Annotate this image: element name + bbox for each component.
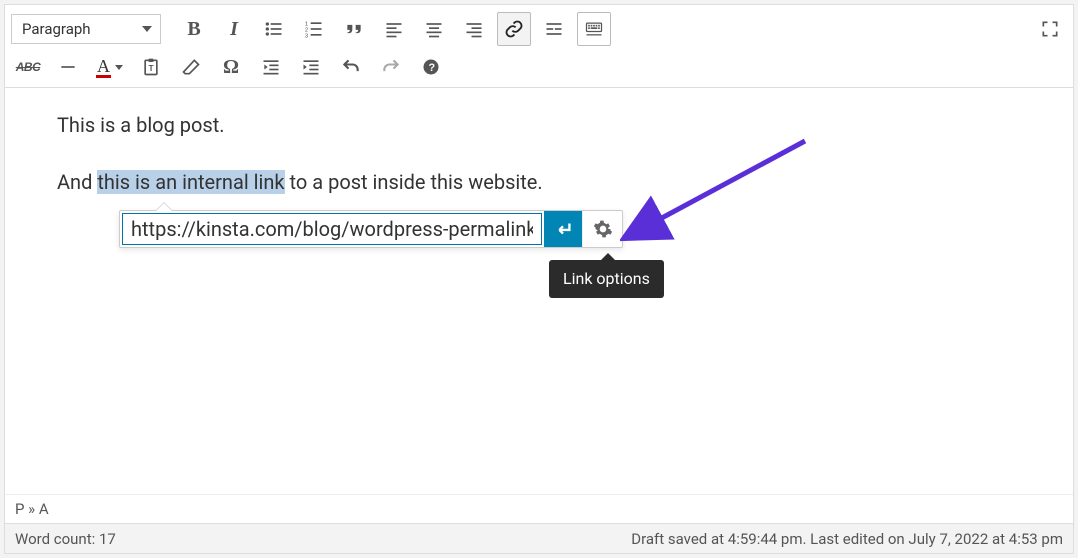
align-right-button[interactable] — [457, 12, 491, 46]
toolbar-row-1: Paragraph B I 123 — [11, 11, 1067, 47]
italic-icon: I — [230, 18, 238, 41]
indent-icon — [301, 57, 321, 77]
clear-formatting-button[interactable] — [174, 50, 208, 84]
help-icon: ? — [421, 57, 441, 77]
undo-icon — [341, 57, 361, 77]
align-left-button[interactable] — [377, 12, 411, 46]
keyboard-icon — [584, 19, 604, 39]
fullscreen-icon — [1040, 19, 1060, 39]
horizontal-line-button[interactable] — [51, 50, 85, 84]
gear-icon — [593, 219, 613, 239]
editor-toolbar: Paragraph B I 123 — [5, 5, 1073, 88]
save-status: Draft saved at 4:59:44 pm. Last edited o… — [631, 530, 1063, 548]
unordered-list-button[interactable] — [257, 12, 291, 46]
toolbar-row-2: ABC A T Ω — [11, 49, 1067, 85]
fullscreen-button[interactable] — [1033, 12, 1067, 46]
editor-frame: Paragraph B I 123 — [4, 4, 1074, 554]
link-options-tooltip: Link options — [549, 260, 664, 298]
italic-button[interactable]: I — [217, 12, 251, 46]
bold-button[interactable]: B — [177, 12, 211, 46]
horizontal-line-icon — [58, 57, 78, 77]
paste-as-text-button[interactable]: T — [134, 50, 168, 84]
omega-icon: Ω — [223, 56, 239, 79]
help-button[interactable]: ? — [414, 50, 448, 84]
insert-more-button[interactable] — [537, 12, 571, 46]
toolbar-toggle-button[interactable] — [577, 12, 611, 46]
caret-down-icon — [142, 26, 152, 32]
eraser-icon — [181, 57, 201, 77]
indent-button[interactable] — [294, 50, 328, 84]
paragraph-text: And — [57, 170, 97, 194]
svg-text:T: T — [149, 63, 154, 73]
element-path-text: P » A — [15, 500, 49, 518]
paragraph-2: And this is an internal link to a post i… — [57, 169, 1021, 196]
link-apply-button[interactable] — [544, 211, 582, 247]
word-count: Word count: 17 — [15, 530, 116, 548]
link-url-input[interactable] — [122, 213, 542, 245]
strikethrough-button[interactable]: ABC — [11, 50, 45, 84]
text-color-button[interactable]: A — [91, 50, 128, 84]
editor-content[interactable]: This is a blog post. And this is an inte… — [5, 88, 1073, 494]
paragraph-text: to a post inside this website. — [285, 170, 543, 194]
insert-link-button[interactable] — [497, 12, 531, 46]
svg-text:3: 3 — [305, 33, 308, 39]
format-select-label: Paragraph — [22, 20, 91, 38]
align-center-icon — [424, 19, 444, 39]
align-center-button[interactable] — [417, 12, 451, 46]
ordered-list-icon: 123 — [304, 19, 324, 39]
outdent-button[interactable] — [254, 50, 288, 84]
bold-icon: B — [187, 18, 200, 41]
strikethrough-icon: ABC — [16, 60, 41, 74]
align-right-icon — [464, 19, 484, 39]
quote-icon — [344, 19, 364, 39]
format-select[interactable]: Paragraph — [11, 14, 161, 44]
text-color-icon: A — [96, 57, 111, 78]
blockquote-button[interactable] — [337, 12, 371, 46]
link-icon — [504, 19, 524, 39]
redo-button[interactable] — [374, 50, 408, 84]
link-options-button[interactable] — [582, 211, 622, 247]
selected-link-text: this is an internal link — [97, 170, 284, 194]
undo-button[interactable] — [334, 50, 368, 84]
element-path-bar[interactable]: P » A — [5, 494, 1073, 523]
link-inline-toolbar — [119, 210, 623, 248]
caret-down-icon — [115, 65, 123, 70]
enter-icon — [552, 218, 574, 240]
outdent-icon — [261, 57, 281, 77]
align-left-icon — [384, 19, 404, 39]
svg-text:?: ? — [429, 62, 436, 74]
insert-more-icon — [544, 19, 564, 39]
paragraph-1: This is a blog post. — [57, 112, 1021, 139]
ordered-list-button[interactable]: 123 — [297, 12, 331, 46]
status-bar: Word count: 17 Draft saved at 4:59:44 pm… — [5, 523, 1073, 553]
tooltip-text: Link options — [563, 269, 650, 288]
clipboard-t-icon: T — [141, 57, 161, 77]
special-character-button[interactable]: Ω — [214, 50, 248, 84]
unordered-list-icon — [264, 19, 284, 39]
redo-icon — [381, 57, 401, 77]
paragraph-text: This is a blog post. — [57, 113, 225, 137]
